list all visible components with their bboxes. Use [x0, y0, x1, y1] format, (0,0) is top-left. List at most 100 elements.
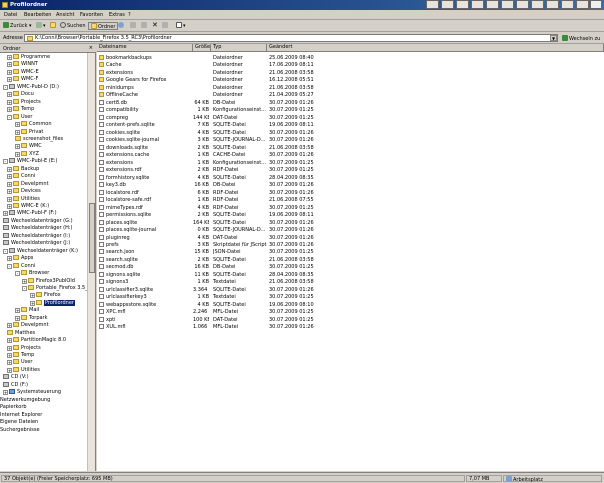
- title-bar[interactable]: Profilordner: [0, 0, 604, 10]
- folder-icon: [13, 322, 19, 328]
- folder-icon: [15, 135, 21, 141]
- tray-app-icon[interactable]: [471, 0, 484, 9]
- address-value: K:\Conni\Browser\Portable_Firefox 3.5_RC…: [35, 35, 172, 41]
- expand-icon[interactable]: +: [15, 308, 20, 314]
- tree-item-label: Devices: [21, 188, 41, 195]
- expand-icon[interactable]: +: [30, 293, 35, 299]
- expand-icon[interactable]: +: [7, 338, 12, 344]
- file-icon: [99, 167, 104, 173]
- collapse-icon[interactable]: -: [15, 271, 20, 277]
- expand-icon[interactable]: +: [7, 181, 12, 187]
- go-button[interactable]: Wechseln zu: [562, 35, 600, 42]
- expand-icon[interactable]: +: [7, 69, 12, 75]
- tree-item-label: Utilities: [21, 195, 40, 202]
- collapse-icon[interactable]: -: [3, 84, 8, 90]
- search-button[interactable]: Suchen: [60, 22, 86, 30]
- menu-view[interactable]: Ansicht: [56, 12, 74, 18]
- undo-button[interactable]: [162, 22, 169, 30]
- expand-icon[interactable]: +: [7, 62, 12, 68]
- tray-app-icon[interactable]: [456, 0, 469, 9]
- tray-app-icon[interactable]: [576, 0, 589, 9]
- expand-icon[interactable]: +: [15, 129, 20, 135]
- tree-item-label: CD (F:): [11, 381, 29, 388]
- up-button[interactable]: [50, 22, 57, 30]
- expand-icon[interactable]: +: [7, 174, 12, 180]
- folder-icon: [13, 195, 19, 201]
- expand-icon[interactable]: +: [7, 345, 12, 351]
- move-to-button[interactable]: [130, 22, 137, 30]
- tray-app-icon[interactable]: [531, 0, 544, 9]
- file-name: content-prefs.sqlite: [106, 122, 155, 129]
- file-row[interactable]: XUL.mfl 1.066 KB MFL-Datei 30.07.2009 01:26: [97, 323, 507, 331]
- collapse-icon[interactable]: -: [7, 263, 12, 269]
- file-name: urlclassifier3.sqlite: [106, 286, 154, 293]
- forward-button[interactable]: ▾: [36, 22, 46, 30]
- expand-icon[interactable]: +: [15, 144, 20, 150]
- expand-icon[interactable]: +: [3, 390, 8, 396]
- expand-icon[interactable]: +: [7, 189, 12, 195]
- tree-item-label: Common: [29, 121, 52, 128]
- tray-app-icon[interactable]: [546, 0, 559, 9]
- column-header-size[interactable]: Größe: [193, 44, 211, 52]
- column-header-type[interactable]: Typ: [211, 44, 267, 52]
- expand-icon[interactable]: +: [7, 55, 12, 60]
- expand-icon[interactable]: +: [7, 360, 12, 366]
- close-icon[interactable]: ×: [89, 45, 93, 51]
- folders-button[interactable]: Ordner: [88, 22, 119, 30]
- expand-icon[interactable]: +: [7, 323, 12, 329]
- menu-file[interactable]: Datei: [4, 12, 17, 18]
- folder-tree-scrollbar[interactable]: [87, 53, 95, 471]
- tray-app-icon[interactable]: [441, 0, 454, 9]
- expand-icon[interactable]: +: [7, 353, 12, 358]
- tree-item[interactable]: Suchergebnisse: [0, 426, 40, 434]
- address-dropdown-button[interactable]: ▼: [550, 35, 557, 41]
- file-icon: [99, 234, 104, 240]
- tray-app-icon[interactable]: [561, 0, 574, 9]
- collapse-icon[interactable]: -: [3, 159, 8, 165]
- expand-icon[interactable]: +: [7, 99, 12, 105]
- drive-icon: [3, 374, 9, 380]
- expand-icon[interactable]: +: [7, 256, 12, 262]
- expand-icon[interactable]: +: [22, 278, 27, 284]
- expand-icon[interactable]: +: [7, 196, 12, 202]
- column-header-modified[interactable]: Geändert: [267, 44, 604, 52]
- expand-icon[interactable]: +: [7, 166, 12, 172]
- copy-to-button[interactable]: [141, 22, 148, 30]
- scrollbar-thumb[interactable]: [89, 203, 95, 273]
- expand-icon[interactable]: +: [15, 315, 20, 321]
- menu-tools[interactable]: Extras: [109, 12, 125, 18]
- tray-app-icon[interactable]: [501, 0, 514, 9]
- delete-button[interactable]: ✕: [152, 22, 158, 30]
- column-header-name[interactable]: Dateiname: [97, 44, 193, 52]
- views-button[interactable]: ▾: [176, 22, 186, 30]
- expand-icon[interactable]: +: [30, 300, 35, 306]
- menu-help[interactable]: ?: [128, 12, 131, 18]
- folder-icon: [13, 68, 19, 74]
- tray-app-icon[interactable]: [486, 0, 499, 9]
- expand-icon[interactable]: +: [7, 107, 12, 113]
- windows-logo-icon[interactable]: [590, 0, 602, 9]
- address-input[interactable]: K:\Conni\Browser\Portable_Firefox 3.5_RC…: [24, 34, 558, 42]
- expand-icon[interactable]: +: [7, 92, 12, 98]
- expand-icon[interactable]: +: [15, 151, 20, 157]
- collapse-icon[interactable]: -: [7, 114, 12, 120]
- tray-app-icon[interactable]: [426, 0, 439, 9]
- column-header-row: Dateiname Größe Typ Geändert: [97, 44, 604, 52]
- file-icon: [99, 301, 104, 307]
- expand-icon[interactable]: +: [7, 204, 12, 209]
- expand-icon[interactable]: +: [7, 367, 12, 373]
- back-button[interactable]: Zurück ▾: [3, 22, 32, 30]
- menu-edit[interactable]: Bearbeiten: [24, 12, 51, 18]
- folder-icon: [13, 366, 19, 372]
- expand-icon[interactable]: +: [15, 122, 20, 128]
- collapse-icon[interactable]: -: [22, 285, 27, 291]
- history-button[interactable]: [118, 22, 125, 30]
- tree-item-label: CD (V:): [11, 374, 29, 381]
- collapse-icon[interactable]: -: [3, 248, 8, 254]
- history-icon: [118, 22, 124, 28]
- expand-icon[interactable]: +: [7, 77, 12, 83]
- folder-icon: [13, 106, 19, 112]
- expand-icon[interactable]: +: [3, 211, 8, 217]
- tray-app-icon[interactable]: [516, 0, 529, 9]
- menu-favorites[interactable]: Favoriten: [80, 12, 103, 18]
